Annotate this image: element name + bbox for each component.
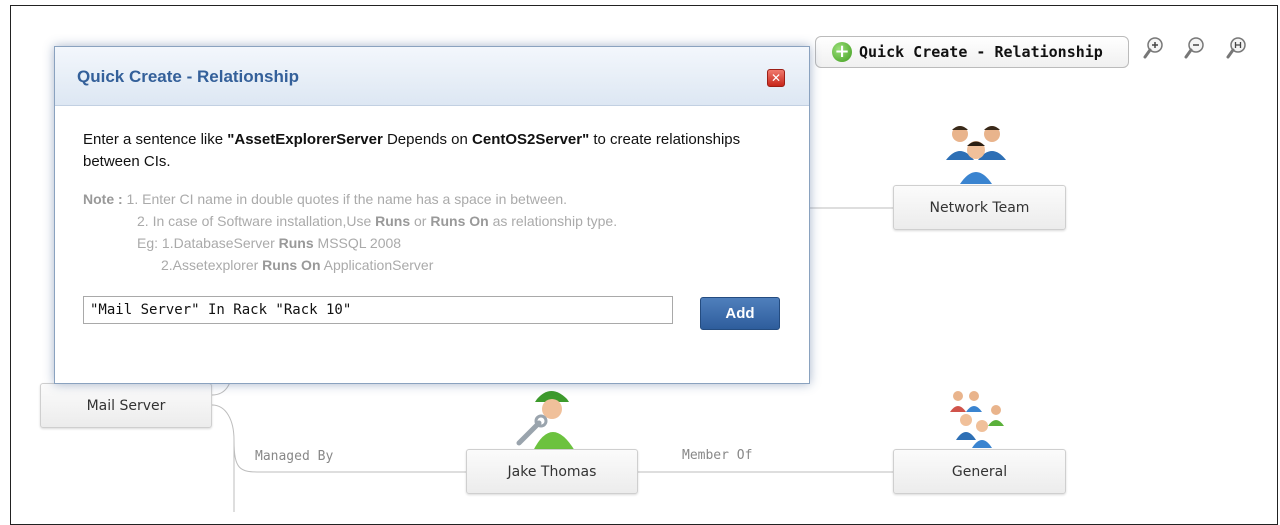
quick-create-dialog: Quick Create - Relationship ✕ Enter a se… bbox=[54, 46, 810, 384]
dialog-header: Quick Create - Relationship ✕ bbox=[55, 47, 809, 106]
intro-example-ci1: "AssetExplorerServer bbox=[227, 131, 383, 148]
quick-create-relationship-button[interactable]: + Quick Create - Relationship bbox=[815, 36, 1129, 68]
node-label: General bbox=[951, 463, 1008, 480]
close-icon[interactable]: ✕ bbox=[767, 69, 785, 87]
node-general[interactable]: General bbox=[893, 449, 1066, 494]
eg-1-suffix: MSSQL 2008 bbox=[313, 235, 402, 251]
note-1: 1. Enter CI name in double quotes if the… bbox=[122, 191, 568, 207]
dialog-note: Note : 1. Enter CI name in double quotes… bbox=[83, 188, 617, 276]
dialog-title: Quick Create - Relationship bbox=[77, 67, 299, 86]
quick-create-label: Quick Create - Relationship bbox=[859, 43, 1103, 61]
node-network-team[interactable]: Network Team bbox=[893, 185, 1066, 230]
note-2-runs-on: Runs On bbox=[430, 213, 489, 229]
group-icon bbox=[950, 391, 1004, 448]
note-2-or: or bbox=[410, 213, 431, 229]
technician-icon bbox=[516, 391, 575, 451]
node-label: Network Team bbox=[929, 199, 1030, 216]
zoom-out-icon[interactable] bbox=[1184, 36, 1206, 60]
plus-icon: + bbox=[832, 42, 852, 62]
node-jake-thomas[interactable]: Jake Thomas bbox=[466, 449, 638, 494]
note-2: 2. In case of Software installation,Use bbox=[137, 213, 376, 229]
intro-text: Enter a sentence like bbox=[83, 131, 228, 148]
group-icon bbox=[946, 126, 1006, 184]
intro-example-rel: Depends on bbox=[382, 131, 473, 148]
zoom-reset-icon[interactable] bbox=[1226, 36, 1248, 60]
dialog-instructions: Enter a sentence like "AssetExplorerServ… bbox=[83, 129, 783, 173]
eg-2-runs-on: Runs On bbox=[262, 257, 321, 273]
edge-label-managed-by: Managed By bbox=[255, 449, 334, 464]
eg-1: Eg: 1.DatabaseServer bbox=[137, 235, 279, 251]
intro-example-ci2: CentOS2Server" bbox=[472, 131, 590, 148]
eg-2-suffix: ApplicationServer bbox=[320, 257, 434, 273]
eg-1-runs: Runs bbox=[278, 235, 314, 251]
note-2-suffix: as relationship type. bbox=[488, 213, 618, 229]
relationship-sentence-input[interactable] bbox=[83, 296, 673, 324]
note-2-runs: Runs bbox=[375, 213, 411, 229]
node-mail-server[interactable]: Mail Server bbox=[40, 383, 212, 428]
eg-2: 2.Assetexplorer bbox=[161, 257, 263, 273]
note-label: Note : bbox=[83, 191, 123, 207]
node-label: Mail Server bbox=[86, 397, 166, 414]
zoom-in-icon[interactable] bbox=[1143, 36, 1165, 60]
edge-label-member-of: Member Of bbox=[682, 448, 753, 463]
node-label: Jake Thomas bbox=[507, 463, 597, 480]
add-button[interactable]: Add bbox=[700, 297, 780, 330]
